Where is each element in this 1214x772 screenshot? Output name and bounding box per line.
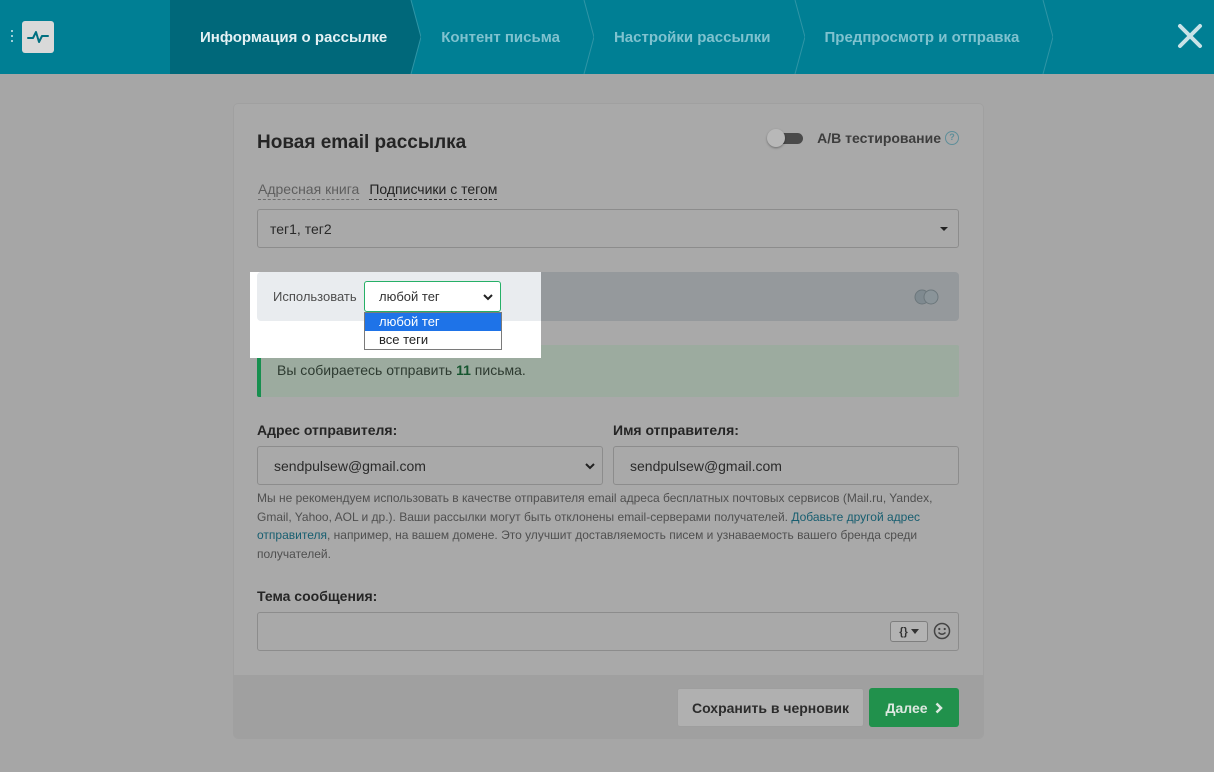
step-campaign-settings[interactable]: Настройки рассылки — [584, 0, 805, 74]
menu-dots-icon[interactable] — [10, 30, 14, 46]
emoji-icon[interactable] — [933, 622, 951, 640]
ab-testing: A/B тестирование ? — [767, 129, 959, 147]
pulse-icon[interactable] — [22, 21, 54, 53]
campaign-form-card: Новая email рассылка A/B тестирование ? … — [234, 104, 983, 738]
merge-circles-icon[interactable] — [913, 288, 941, 306]
step-separator — [794, 0, 805, 74]
tag-match-row-highlight: Использовать любой тег любой тег все тег… — [257, 272, 541, 350]
braces-icon: {} — [899, 625, 908, 638]
option-all-tags[interactable]: все теги — [365, 331, 501, 349]
chevron-down-icon — [483, 294, 493, 301]
tab-tagged-subscribers[interactable]: Подписчики с тегом — [369, 181, 498, 200]
tag-match-dropdown: любой тег все теги — [364, 312, 502, 350]
sender-hint: Мы не рекомендуем использовать в качеств… — [257, 489, 959, 563]
tags-select[interactable]: тег1, тег2 — [257, 209, 959, 248]
step-label: Контент письма — [441, 28, 560, 46]
notice-count: 11 — [456, 362, 471, 378]
ab-testing-toggle[interactable] — [767, 129, 807, 147]
tag-match-select[interactable]: любой тег — [364, 281, 501, 312]
chevron-right-icon — [935, 702, 943, 713]
step-separator — [583, 0, 594, 74]
step-email-content[interactable]: Контент письма — [411, 0, 594, 74]
sender-address-value: sendpulsew@gmail.com — [274, 458, 426, 474]
use-label: Использовать — [273, 289, 357, 304]
help-icon[interactable]: ? — [945, 131, 959, 145]
step-separator — [1042, 0, 1054, 74]
wizard-steps: Информация о рассылке Контент письма Нас… — [170, 0, 1054, 74]
step-label: Информация о рассылке — [200, 28, 388, 46]
step-label: Настройки рассылки — [613, 28, 771, 46]
variables-button[interactable]: {} — [890, 621, 928, 642]
next-label: Далее — [885, 699, 928, 716]
sender-name-value: sendpulsew@gmail.com — [630, 458, 782, 474]
option-any-tag[interactable]: любой тег — [365, 313, 501, 331]
step-preview-send[interactable]: Предпросмотр и отправка — [795, 0, 1054, 74]
sender-name-input[interactable]: sendpulsew@gmail.com — [613, 446, 959, 485]
ab-testing-label: A/B тестирование — [817, 130, 941, 146]
caret-down-icon — [940, 227, 948, 231]
sender-name-label: Имя отправителя: — [613, 422, 739, 438]
top-bar: Информация о рассылке Контент письма Нас… — [0, 0, 1214, 74]
notice-suffix: письма. — [470, 362, 526, 378]
step-campaign-info[interactable]: Информация о рассылке — [170, 0, 422, 74]
subject-label: Тема сообщения: — [257, 588, 378, 604]
caret-down-icon — [910, 629, 919, 634]
hint-text: , например, на вашем домене. Это улучшит… — [257, 528, 918, 561]
recipient-tabs: Адресная книга Подписчики с тегом — [258, 181, 507, 200]
tags-select-value: тег1, тег2 — [270, 221, 332, 237]
chevron-down-icon — [585, 463, 595, 470]
highlight-region: Использовать любой тег любой тег все тег… — [250, 272, 541, 358]
subject-input[interactable]: {} — [257, 612, 959, 651]
step-separator — [401, 0, 422, 74]
form-footer: Сохранить в черновик Далее — [234, 675, 983, 738]
tag-match-value: любой тег — [379, 289, 440, 304]
notice-prefix: Вы собираетесь отправить — [277, 362, 457, 378]
step-label: Предпросмотр и отправка — [824, 28, 1020, 46]
save-draft-button[interactable]: Сохранить в черновик — [677, 688, 864, 727]
next-button[interactable]: Далее — [869, 688, 959, 727]
page-title: Новая email рассылка — [257, 132, 467, 153]
sender-address-label: Адрес отправителя: — [257, 422, 398, 438]
sender-address-select[interactable]: sendpulsew@gmail.com — [257, 446, 603, 485]
close-icon[interactable] — [1176, 22, 1204, 50]
tab-address-book[interactable]: Адресная книга — [258, 181, 360, 200]
